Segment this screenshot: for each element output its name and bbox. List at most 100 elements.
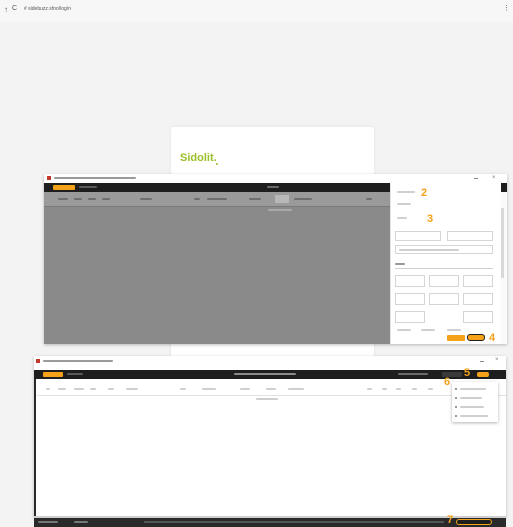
col-header[interactable] <box>74 388 84 390</box>
window-left-edge <box>34 379 36 518</box>
toolbar-title <box>234 373 296 375</box>
menu-item-label <box>460 415 488 417</box>
field-label <box>397 217 407 219</box>
col-header[interactable] <box>58 388 66 390</box>
browser-menu-icon[interactable]: ⋮ <box>503 4 510 12</box>
taskbar-progress <box>144 521 444 523</box>
col-header[interactable] <box>90 388 96 390</box>
option-box[interactable] <box>463 275 493 287</box>
col-header[interactable] <box>266 388 276 390</box>
col-header[interactable] <box>207 198 227 200</box>
col-header[interactable] <box>46 388 50 390</box>
col-header[interactable] <box>108 388 114 390</box>
section-underline <box>395 268 493 269</box>
app-icon <box>47 176 51 180</box>
menu-bullet-icon <box>455 406 457 408</box>
kebab-icon[interactable] <box>476 371 490 378</box>
annotation-2: 2 <box>421 187 428 199</box>
menu-item[interactable] <box>455 404 495 410</box>
col-header[interactable] <box>288 388 304 390</box>
checkbox-label[interactable] <box>397 329 411 331</box>
input-field-b[interactable] <box>447 231 493 241</box>
col-header[interactable] <box>382 388 387 390</box>
col-header[interactable] <box>126 388 138 390</box>
export-button[interactable] <box>456 519 492 525</box>
window-title <box>43 360 113 362</box>
col-header[interactable] <box>102 198 110 200</box>
menu-item[interactable] <box>455 413 495 419</box>
active-tab[interactable] <box>43 372 63 377</box>
overflow-dropdown <box>452 382 498 422</box>
col-header[interactable] <box>367 388 372 390</box>
address-bar[interactable]: # sidebuzz.sfoo/log/n <box>24 6 71 12</box>
col-header[interactable] <box>140 198 152 200</box>
menu-bullet-icon <box>455 397 457 399</box>
checkbox-label[interactable] <box>447 329 461 331</box>
col-header[interactable] <box>396 388 401 390</box>
menu-item[interactable] <box>455 395 495 401</box>
active-tab[interactable] <box>53 185 75 190</box>
col-header[interactable] <box>366 198 372 200</box>
close-icon[interactable]: × <box>495 357 499 363</box>
window-title <box>54 177 136 179</box>
tab-secondary[interactable] <box>67 373 83 375</box>
tab-secondary[interactable] <box>79 186 97 188</box>
input-field-a[interactable] <box>395 231 441 241</box>
table-header <box>34 383 506 396</box>
annotation-4: 4 <box>489 332 496 344</box>
table-empty-hint <box>256 398 278 400</box>
col-header[interactable] <box>249 198 261 200</box>
checkbox-label[interactable] <box>421 329 435 331</box>
option-box[interactable] <box>463 293 493 305</box>
col-header[interactable] <box>240 388 250 390</box>
taskbar: 7 <box>34 514 506 527</box>
col-header[interactable] <box>428 388 433 390</box>
col-header[interactable] <box>180 388 186 390</box>
option-box[interactable] <box>463 311 493 323</box>
col-header[interactable] <box>88 198 96 200</box>
input-value <box>399 249 459 251</box>
minimize-icon[interactable] <box>480 361 484 362</box>
field-label <box>397 203 411 205</box>
option-box[interactable] <box>429 293 459 305</box>
option-box[interactable] <box>395 275 425 287</box>
menu-bullet-icon <box>455 388 457 390</box>
option-box[interactable] <box>395 293 425 305</box>
col-header[interactable] <box>74 198 82 200</box>
confirm-button[interactable] <box>467 334 485 341</box>
cancel-button[interactable] <box>447 335 465 341</box>
taskbar-item[interactable] <box>74 521 88 523</box>
col-header[interactable] <box>202 388 216 390</box>
input-field-wide[interactable] <box>395 245 493 254</box>
annotation-3: 3 <box>427 213 434 225</box>
refresh-icon[interactable]: C <box>12 5 17 12</box>
option-box[interactable] <box>429 275 459 287</box>
grid-header <box>44 192 390 207</box>
bottom-app-window: × 5 6 <box>34 356 506 518</box>
logo-dot-icon <box>216 163 218 165</box>
menu-item[interactable] <box>455 386 495 392</box>
nav-icon[interactable]: ↑ <box>4 5 8 14</box>
app-icon <box>36 359 40 363</box>
col-header-selected[interactable] <box>275 195 289 203</box>
close-icon[interactable]: × <box>492 175 496 181</box>
top-app-window: × 2 3 4 <box>44 174 507 344</box>
menu-item-label <box>460 406 484 408</box>
taskbar-item[interactable] <box>38 521 58 523</box>
panel-scrollbar[interactable] <box>501 208 504 278</box>
col-header[interactable] <box>412 388 417 390</box>
field-label <box>397 191 415 193</box>
section-label <box>395 263 405 265</box>
minimize-icon[interactable] <box>474 178 478 179</box>
bottom-window-titlebar: × <box>34 356 506 366</box>
menu-bullet-icon <box>455 415 457 417</box>
toolbar-field[interactable] <box>398 373 428 375</box>
col-header[interactable] <box>194 198 200 200</box>
data-grid[interactable] <box>44 192 390 344</box>
option-box[interactable] <box>395 311 425 323</box>
col-header[interactable] <box>58 198 68 200</box>
details-panel: 2 3 4 <box>390 183 501 344</box>
menu-item-label <box>460 388 486 390</box>
col-header[interactable] <box>294 198 312 200</box>
annotation-6: 6 <box>444 376 451 388</box>
